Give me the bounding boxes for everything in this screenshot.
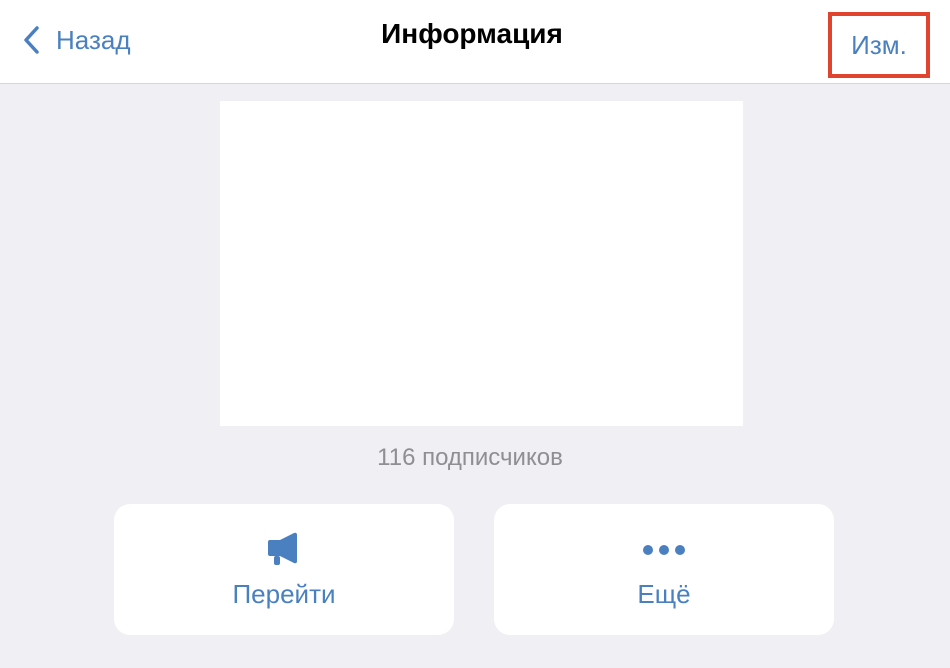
navigation-bar: Назад Информация Изм.: [0, 0, 950, 84]
more-dots-icon: [642, 529, 686, 571]
go-label: Перейти: [232, 579, 336, 609]
subscriber-count: 116 подписчиков: [377, 444, 563, 471]
more-button[interactable]: Ещё: [494, 504, 834, 635]
page-title: Информация: [381, 18, 563, 49]
more-label: Ещё: [637, 579, 691, 609]
megaphone-icon: [264, 529, 304, 571]
edit-label: Изм.: [851, 29, 907, 60]
channel-avatar: [220, 101, 743, 426]
go-button[interactable]: Перейти: [114, 504, 454, 635]
edit-button[interactable]: Изм.: [828, 12, 930, 78]
